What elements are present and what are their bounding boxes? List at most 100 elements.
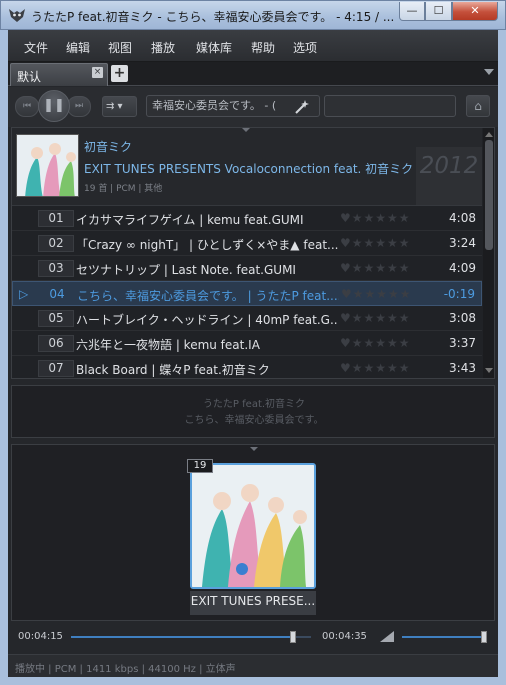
seek-slider-handle[interactable]: [290, 631, 296, 643]
search-magic-icon[interactable]: [294, 98, 312, 115]
player-client: 文件 编辑 视图 播放 媒体库 帮助 选项 默认 × + ⏮ ⏭ ❚❚ ⇉ ▾ …: [8, 30, 498, 677]
scroll-up-icon[interactable]: [485, 132, 493, 137]
track-number: 01: [38, 210, 74, 227]
volume-slider[interactable]: [402, 631, 487, 643]
menu-help[interactable]: 帮助: [251, 39, 275, 56]
window-frame-bottom: [0, 677, 506, 685]
track-title: 「Crazy ∞ nighT」 | ひとしずく×やま▲ feat....: [76, 238, 338, 252]
menu-library[interactable]: 媒体库: [196, 39, 232, 56]
rating-stars[interactable]: ♥★★★★★: [340, 236, 411, 250]
track-duration: 4:08: [449, 211, 476, 225]
album-year: 2012: [416, 147, 482, 205]
seek-bar-area: 00:04:15 00:04:35: [8, 627, 498, 647]
collapse-caret-icon[interactable]: [242, 128, 250, 132]
next-button[interactable]: ⏭: [67, 96, 91, 117]
elapsed-time: 00:04:15: [18, 631, 63, 642]
playlist-tab-bar: 默认 × +: [8, 62, 498, 86]
menu-edit[interactable]: 编辑: [66, 39, 90, 56]
track-number: 06: [38, 335, 74, 352]
volume-slider-fill: [402, 636, 484, 638]
tab-list-dropdown-icon[interactable]: [484, 69, 494, 75]
track-duration: -0:19: [443, 287, 475, 301]
track-duration: 3:37: [449, 336, 476, 350]
album-meta: 19 首 | PCM | 其他: [84, 184, 163, 194]
track-title: Black Board | 蝶々P feat.初音ミク: [76, 363, 270, 377]
rating-stars[interactable]: ♥★★★★★: [341, 287, 412, 301]
tab-default[interactable]: 默认 ×: [10, 63, 108, 86]
menu-view[interactable]: 视图: [108, 39, 132, 56]
track-number: 04: [49, 287, 65, 301]
playlist-view[interactable]: 初音ミク EXIT TUNES PRESENTS Vocaloconnectio…: [11, 127, 495, 379]
album-title: EXIT TUNES PRESENTS Vocaloconnection fea…: [84, 162, 414, 176]
track-duration: 3:24: [449, 236, 476, 250]
seek-slider[interactable]: [71, 631, 311, 643]
window-title: うたたP feat.初音ミク - こちら、幸福安心委員会です。 - 4:15 /…: [31, 10, 395, 24]
scroll-down-icon[interactable]: [485, 368, 493, 373]
track-row[interactable]: 02 「Crazy ∞ nighT」 | ひとしずく×やま▲ feat.... …: [12, 231, 482, 256]
album-artist: 初音ミク: [84, 140, 133, 154]
add-tab-button[interactable]: +: [111, 65, 128, 82]
track-row[interactable]: 07 Black Board | 蝶々P feat.初音ミク ♥★★★★★ 3:…: [12, 356, 482, 378]
track-duration: 3:43: [449, 361, 476, 375]
track-row[interactable]: 05 ハートブレイク・ヘッドライン | 40mP feat.G... ♥★★★★…: [12, 306, 482, 331]
album-track-count-badge: 19: [187, 459, 213, 473]
menu-bar: 文件 编辑 视图 播放 媒体库 帮助 选项: [8, 30, 498, 62]
home-button[interactable]: ⌂: [466, 95, 490, 117]
track-row[interactable]: 06 六兆年と一夜物語 | kemu feat.IA ♥★★★★★ 3:37: [12, 331, 482, 356]
lyrics-line-artist: うたたP feat.初音ミク: [202, 399, 306, 410]
previous-button[interactable]: ⏮: [15, 96, 39, 117]
track-row[interactable]: 03 セツナトリップ | Last Note. feat.GUMI ♥★★★★★…: [12, 256, 482, 281]
rating-stars[interactable]: ♥★★★★★: [340, 311, 411, 325]
total-time: 00:04:35: [322, 631, 367, 642]
playback-order-button[interactable]: ⇉ ▾: [102, 96, 137, 117]
window-frame-right: [498, 30, 506, 685]
filter-input[interactable]: [324, 95, 456, 117]
scrollbar-thumb[interactable]: [485, 140, 493, 250]
track-row-now-playing[interactable]: ▷ 04 こちら、幸福安心委員会です。 | うたたP feat.... ♥★★★…: [12, 281, 482, 306]
track-title: セツナトリップ | Last Note. feat.GUMI: [76, 263, 296, 277]
rating-stars[interactable]: ♥★★★★★: [340, 261, 411, 275]
collapse-caret-icon[interactable]: [250, 447, 258, 451]
track-number: 02: [38, 235, 74, 252]
maximize-button[interactable]: ☐: [425, 2, 452, 21]
track-title: こちら、幸福安心委員会です。 | うたたP feat....: [77, 289, 339, 303]
lyrics-panel: うたたP feat.初音ミク こちら、幸福安心委員会です。: [11, 385, 495, 438]
close-button[interactable]: ✕: [452, 2, 498, 21]
coverflow-album-label: EXIT TUNES PRESE...: [190, 591, 316, 615]
play-pause-button[interactable]: ❚❚: [38, 90, 70, 122]
menu-options[interactable]: 选项: [293, 39, 317, 56]
track-number: 05: [38, 310, 74, 327]
tab-close-icon[interactable]: ×: [92, 67, 103, 78]
playlist-scrollbar[interactable]: [483, 128, 494, 378]
menu-file[interactable]: 文件: [24, 39, 48, 56]
title-bar[interactable]: うたたP feat.初音ミク - こちら、幸福安心委員会です。 - 4:15 /…: [0, 0, 506, 30]
rating-stars[interactable]: ♥★★★★★: [340, 361, 411, 375]
status-text: 播放中 | PCM | 1411 kbps | 44100 Hz | 立体声: [15, 664, 236, 675]
volume-icon[interactable]: [380, 631, 394, 642]
now-playing-icon: ▷: [19, 287, 29, 301]
rating-stars[interactable]: ♥★★★★★: [340, 211, 411, 225]
track-number: 03: [38, 260, 74, 277]
track-duration: 4:09: [449, 261, 476, 275]
track-duration: 3:08: [449, 311, 476, 325]
track-list: 01 イカサマライフゲイム | kemu feat.GUMI ♥★★★★★ 4:…: [12, 206, 482, 378]
volume-slider-handle[interactable]: [481, 631, 487, 643]
track-number: 07: [38, 360, 74, 377]
track-row[interactable]: 01 イカサマライフゲイム | kemu feat.GUMI ♥★★★★★ 4:…: [12, 206, 482, 231]
lyrics-line-title: こちら、幸福安心委員会です。: [184, 415, 324, 426]
coverflow-panel: 19 EXIT TUNES PRESE...: [11, 444, 495, 621]
menu-playback[interactable]: 播放: [151, 39, 175, 56]
album-cover-thumbnail: [16, 134, 79, 197]
track-title: 六兆年と一夜物語 | kemu feat.IA: [76, 338, 260, 352]
album-cover-large[interactable]: [190, 463, 316, 589]
track-title: イカサマライフゲイム | kemu feat.GUMI: [76, 213, 304, 227]
status-bar: 播放中 | PCM | 1411 kbps | 44100 Hz | 立体声: [8, 654, 498, 677]
album-group-header[interactable]: 初音ミク EXIT TUNES PRESENTS Vocaloconnectio…: [12, 128, 482, 206]
minimize-button[interactable]: —: [399, 2, 425, 21]
rating-stars[interactable]: ♥★★★★★: [340, 336, 411, 350]
track-title: ハートブレイク・ヘッドライン | 40mP feat.G...: [76, 313, 338, 327]
transport-toolbar: ⏮ ⏭ ❚❚ ⇉ ▾ 幸福安心委员会です。 - ( ⌂: [8, 87, 498, 127]
app-icon: [9, 9, 25, 22]
window-frame-left: [0, 30, 8, 685]
tab-label: 默认: [17, 70, 42, 84]
